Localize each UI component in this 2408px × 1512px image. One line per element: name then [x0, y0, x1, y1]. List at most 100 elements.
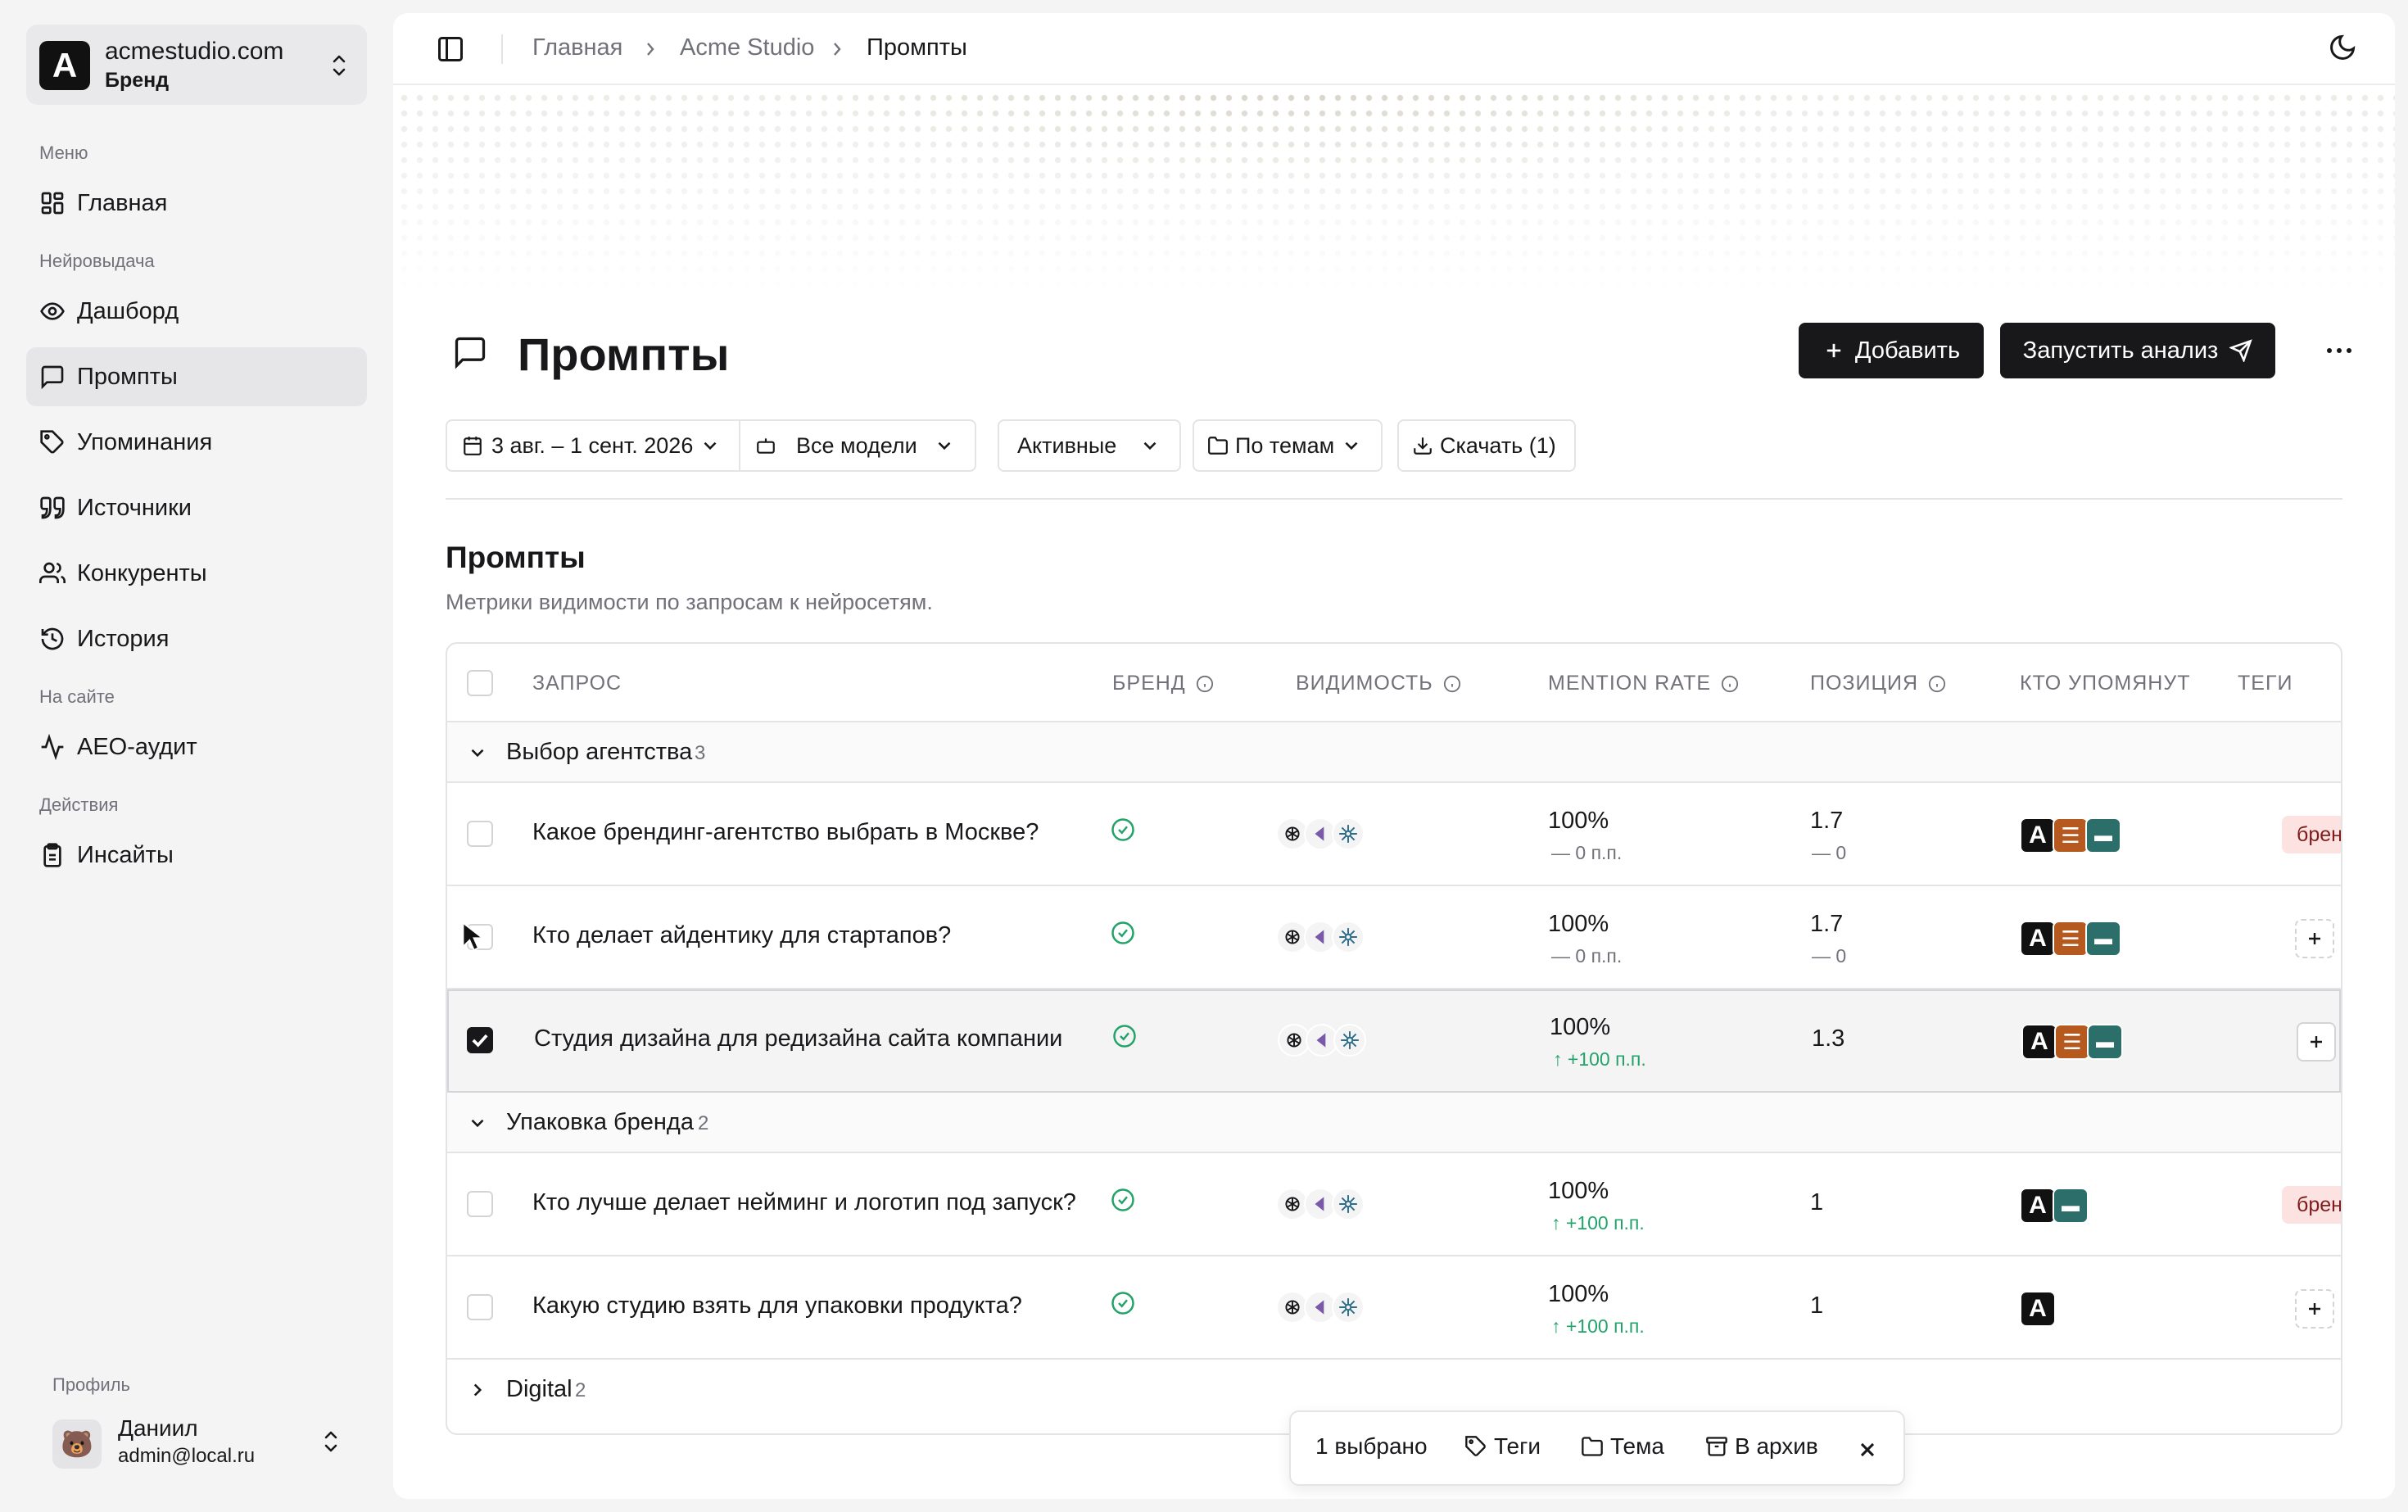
sidebar-item-label: Конкуренты: [77, 559, 207, 586]
table-row[interactable]: Кто делает айдентику для стартапов? 100%…: [447, 886, 2341, 989]
table-row[interactable]: Кто лучше делает нейминг и логотип под з…: [447, 1153, 2341, 1256]
column-header-brand[interactable]: БРЕНД: [1112, 672, 1214, 695]
breadcrumb-home[interactable]: Главная: [532, 34, 622, 61]
bulk-archive-button[interactable]: В архив: [1705, 1433, 1818, 1460]
sidebar-item-prompts[interactable]: Промпты: [26, 347, 367, 406]
column-header-query[interactable]: ЗАПРОС: [532, 672, 622, 695]
plus-icon: [2309, 933, 2320, 944]
calendar-icon: [464, 437, 482, 455]
table-row[interactable]: Какую студию взять для упаковки продукта…: [447, 1256, 2341, 1360]
grouping-filter[interactable]: По темам: [1193, 419, 1383, 472]
info-icon: [1928, 675, 1946, 692]
group-row[interactable]: Упаковка бренда 2: [447, 1093, 2341, 1153]
profile-name: Даниил: [118, 1415, 198, 1441]
brand-avatar-teal: ▬: [2085, 921, 2121, 957]
check-circle-icon: [1113, 1025, 1136, 1048]
add-button[interactable]: Добавить: [1799, 323, 1984, 378]
chevron-down-icon: [1143, 441, 1156, 450]
more-horizontal-icon[interactable]: [2323, 337, 2356, 364]
activity-icon: [39, 734, 66, 760]
brand-avatar-acme: A: [2020, 1291, 2056, 1327]
position-value: 1.7: [1810, 808, 1844, 834]
visibility-models: [1276, 1188, 1365, 1220]
close-icon[interactable]: [1856, 1438, 1879, 1461]
check-circle-icon: [1111, 1292, 1134, 1315]
info-icon: [1443, 675, 1460, 692]
table-row[interactable]: Какое брендинг-агентство выбрать в Москв…: [447, 783, 2341, 886]
tag-badge[interactable]: бренд: [2282, 816, 2341, 853]
chevron-down-icon: [704, 441, 717, 450]
moon-icon[interactable]: [2328, 33, 2357, 62]
mentioned-brands: A ☰ ▬: [2020, 921, 2121, 957]
sidebar-item-home[interactable]: Главная: [26, 174, 367, 233]
workspace-switcher[interactable]: A acmestudio.com Бренд: [26, 25, 367, 105]
group-row[interactable]: Выбор агентства 3: [447, 722, 2341, 783]
sidebar-toggle-icon[interactable]: [436, 34, 465, 64]
mention-rate: 100%: [1550, 1014, 1611, 1040]
status-filter[interactable]: Активные: [998, 419, 1181, 472]
add-tag-button[interactable]: [2295, 919, 2334, 958]
column-header-position[interactable]: ПОЗИЦИЯ: [1810, 672, 1946, 695]
grid-icon: [39, 190, 66, 216]
mention-rate-delta: ↑ +100 п.п.: [1551, 1315, 1645, 1337]
profile-switcher[interactable]: 🐻 Даниил admin@local.ru: [39, 1407, 354, 1481]
mention-rate: 100%: [1548, 808, 1609, 834]
avatar: 🐻: [52, 1419, 102, 1469]
sidebar-item-sources[interactable]: Источники: [26, 478, 367, 537]
sidebar-item-mentions[interactable]: Упоминания: [26, 413, 367, 472]
download-button[interactable]: Скачать (1): [1397, 419, 1576, 472]
section-label-actions: Действия: [39, 794, 119, 815]
check-circle-icon: [1111, 818, 1134, 841]
breadcrumb-project[interactable]: Acme Studio: [680, 34, 814, 61]
bulk-topic-button[interactable]: Тема: [1581, 1433, 1664, 1460]
row-checkbox[interactable]: [467, 1191, 493, 1217]
brand-avatar-teal: ▬: [2053, 1188, 2089, 1224]
date-range-filter[interactable]: 3 авг. – 1 сент. 2026: [446, 419, 740, 472]
section-title: Промпты: [446, 541, 586, 574]
bulk-tags-button[interactable]: Теги: [1464, 1433, 1541, 1460]
column-header-visibility[interactable]: ВИДИМОСТЬ: [1296, 672, 1461, 695]
main-panel: Главная Acme Studio Промпты Промпты Доба…: [393, 13, 2395, 1499]
sidebar-item-history[interactable]: История: [26, 609, 367, 668]
sidebar-item-label: Упоминания: [77, 428, 213, 455]
message-square-icon: [39, 364, 66, 390]
tag-badge[interactable]: бренд: [2282, 1186, 2341, 1224]
sidebar-item-insights[interactable]: Инсайты: [26, 826, 367, 885]
chevron-down-icon: [471, 749, 484, 758]
chevron-down-icon: [1345, 441, 1358, 450]
bot-icon: [757, 438, 775, 454]
row-checkbox[interactable]: [467, 1027, 493, 1053]
brand-avatar-orange: ☰: [2053, 921, 2089, 957]
run-analysis-button[interactable]: Запустить анализ: [2000, 323, 2275, 378]
history-icon: [39, 626, 66, 652]
date-range-label: 3 авг. – 1 сент. 2026: [491, 432, 694, 458]
gemini-icon: [1332, 1291, 1365, 1324]
position-delta: — 0: [1812, 842, 1847, 863]
table-row-selected[interactable]: Студия дизайна для редизайна сайта компа…: [447, 989, 2341, 1093]
brand-avatar-orange: ☰: [2054, 1024, 2090, 1060]
section-label-neuro: Нейровыдача: [39, 251, 155, 271]
column-header-tags[interactable]: ТЕГИ: [2238, 672, 2293, 695]
sidebar-item-aeo-audit[interactable]: AEO-аудит: [26, 718, 367, 776]
sidebar-item-label: Дашборд: [77, 297, 179, 324]
column-header-mentioned-by[interactable]: КТО УПОМЯНУТ: [2020, 672, 2190, 695]
sidebar-item-competitors[interactable]: Конкуренты: [26, 544, 367, 603]
sidebar-item-dashboard[interactable]: Дашборд: [26, 282, 367, 341]
brand-avatar-teal: ▬: [2087, 1024, 2123, 1060]
add-tag-button[interactable]: [2295, 1289, 2334, 1329]
column-header-mention-rate[interactable]: MENTION RATE: [1548, 672, 1739, 695]
add-tag-button[interactable]: [2297, 1022, 2336, 1062]
row-checkbox[interactable]: [467, 1294, 493, 1320]
select-all-checkbox[interactable]: [467, 670, 493, 696]
models-filter[interactable]: Все модели: [739, 419, 976, 472]
download-icon: [1414, 437, 1432, 455]
bulk-action-bar: 1 выбрано Теги Тема В архив: [1289, 1410, 1905, 1486]
users-icon: [39, 560, 66, 586]
topbar: Главная Acme Studio Промпты: [393, 13, 2395, 85]
query-text: Кто лучше делает нейминг и логотип под з…: [532, 1189, 1076, 1215]
mention-rate-delta: ↑ +100 п.п.: [1553, 1048, 1646, 1070]
group-count: 3: [695, 742, 706, 764]
prompts-table: ЗАПРОС БРЕНД ВИДИМОСТЬ MENTION RATE ПОЗИ…: [446, 642, 2342, 1435]
row-checkbox[interactable]: [467, 821, 493, 847]
group-name: Digital: [506, 1376, 573, 1402]
